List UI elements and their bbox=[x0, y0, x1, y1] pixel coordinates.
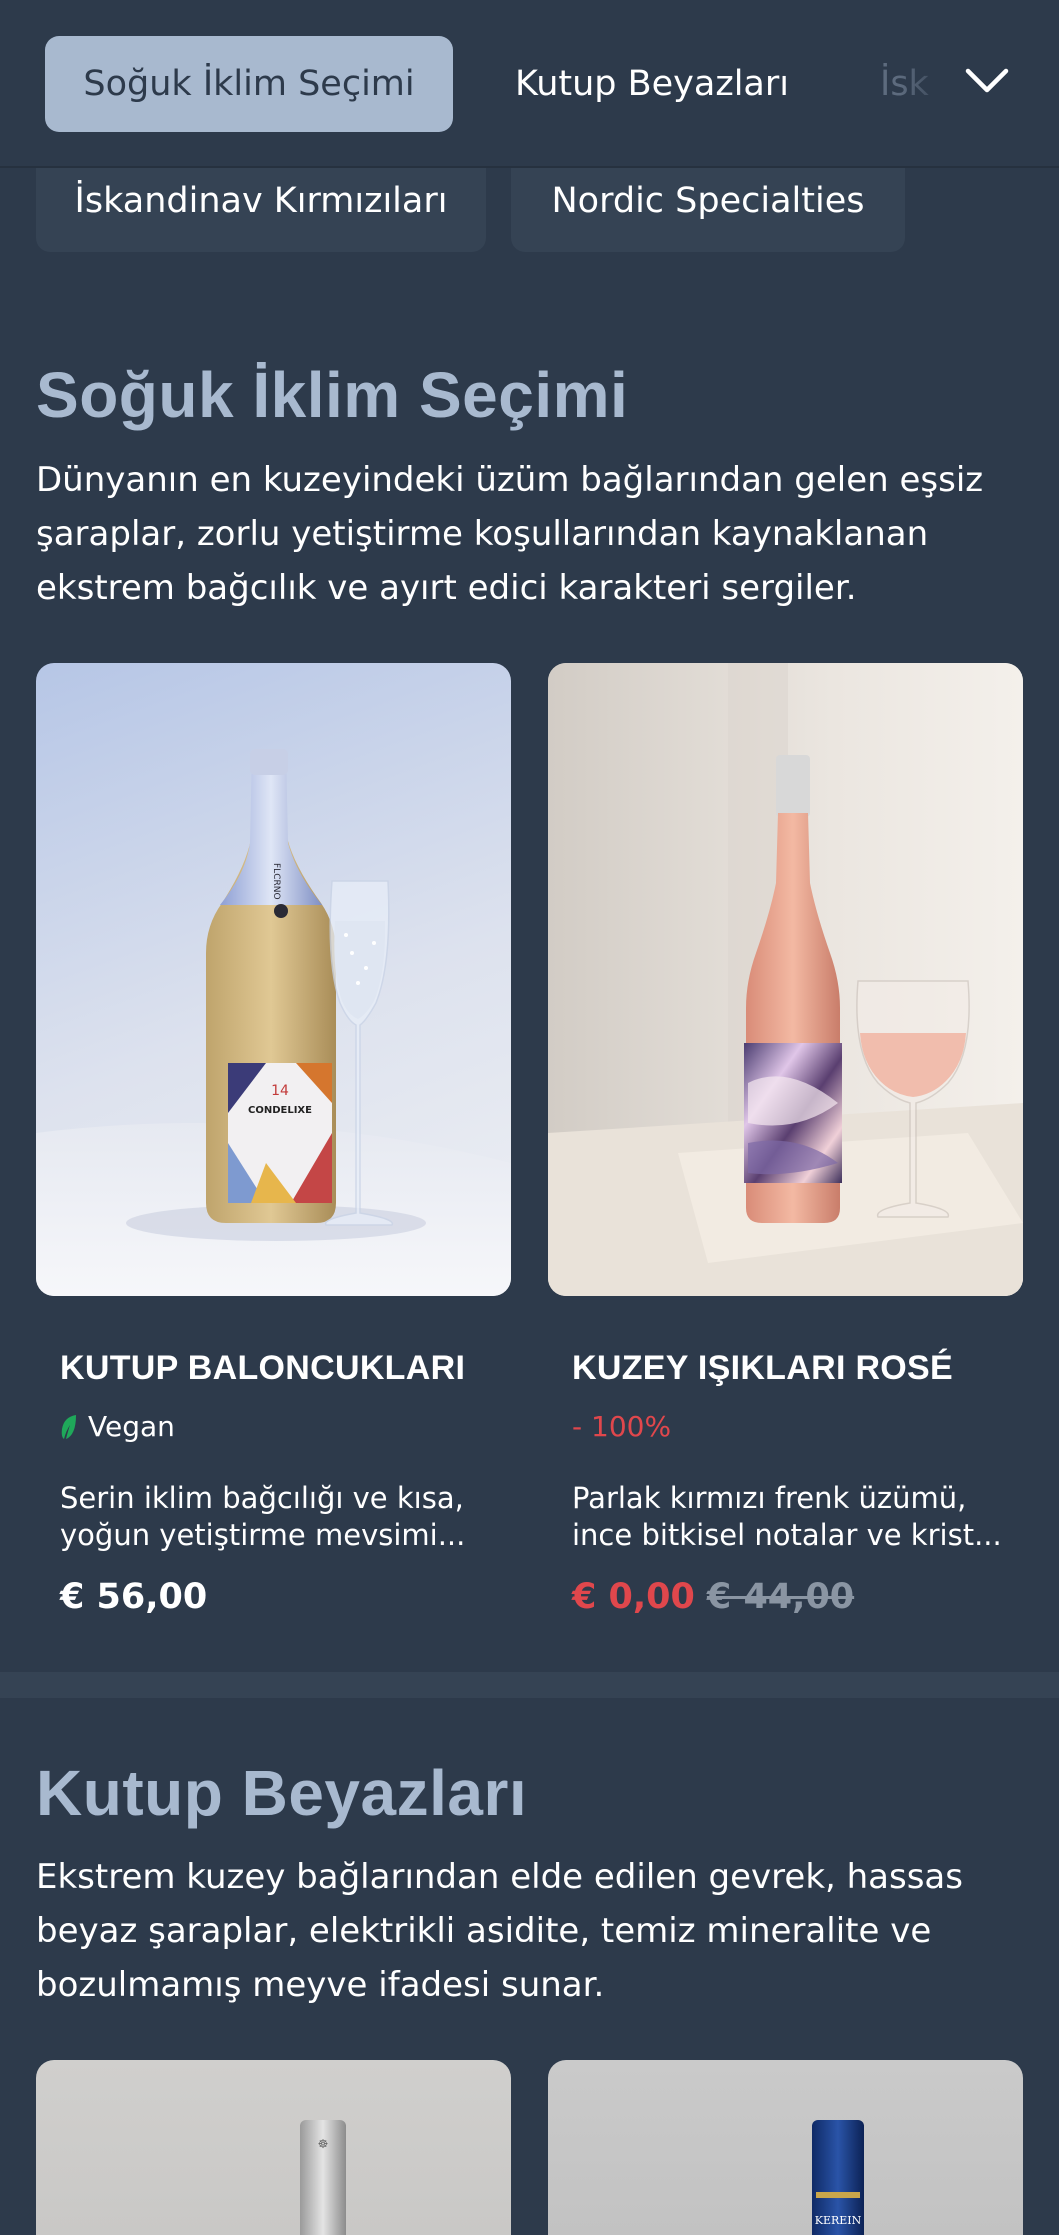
product-description: Serin iklim bağcılığı ve kısa, yoğun yet… bbox=[60, 1481, 466, 1552]
tab-kutup-beyazlari[interactable]: Kutup Beyazları bbox=[478, 36, 826, 132]
product-description: Parlak kırmızı frenk üzümü, ince bitkise… bbox=[572, 1481, 1002, 1552]
product-price-group: € 0,00 € 44,00 bbox=[572, 1577, 854, 1617]
vegan-label: Vegan bbox=[88, 1410, 175, 1443]
product-image-white-2[interactable]: KEREIN bbox=[548, 2060, 1023, 2235]
section-description-kutup-beyazlari: Ekstrem kuzey bağlarından elde edilen ge… bbox=[36, 1857, 963, 2005]
original-price: € 44,00 bbox=[706, 1577, 855, 1617]
discount-badge: - 100% bbox=[572, 1410, 671, 1443]
leaf-icon bbox=[61, 1414, 76, 1439]
product-name-kutup-baloncuklari[interactable]: KUTUP BALONCUKLARI bbox=[60, 1349, 465, 1388]
product-image-white-1[interactable]: ☸ bbox=[36, 2060, 511, 2235]
svg-text:☸: ☸ bbox=[318, 2137, 329, 2151]
section-title-kutup-beyazlari: Kutup Beyazları bbox=[36, 1757, 528, 1829]
product-name-kuzey-isiklari-rose[interactable]: KUZEY IŞIKLARI ROSÉ bbox=[572, 1349, 953, 1388]
sale-price: € 0,00 bbox=[572, 1577, 695, 1617]
discount-label: - 100% bbox=[572, 1410, 672, 1443]
bottle-label-number: 14 bbox=[271, 1083, 289, 1099]
page: Soğuk İklim Seçimi Kutup Beyazları İsk İ… bbox=[0, 0, 1059, 2235]
section-description-soguk-iklim: Dünyanın en kuzeyindeki üzüm bağlarından… bbox=[36, 460, 984, 608]
product-price: € 56,00 bbox=[60, 1577, 208, 1617]
bottle-label-name: CONDELIXE bbox=[248, 1105, 312, 1116]
section-divider bbox=[0, 1672, 1059, 1698]
tab-soguk-iklim[interactable]: Soğuk İklim Seçimi bbox=[45, 36, 453, 132]
category-tab-bar: Soğuk İklim Seçimi Kutup Beyazları İsk bbox=[0, 0, 1059, 168]
product-image-kuzey-isiklari-rose[interactable] bbox=[548, 663, 1023, 1296]
section-title-soguk-iklim: Soğuk İklim Seçimi bbox=[36, 359, 629, 431]
bottle-label-brand: FLCRNO bbox=[271, 863, 281, 900]
bottle-label-text: KEREIN bbox=[815, 2214, 862, 2227]
chevron-down-icon[interactable] bbox=[960, 54, 1014, 108]
vegan-badge: Vegan bbox=[60, 1410, 175, 1443]
product-image-kutup-baloncuklari[interactable]: 14 CONDELIXE FLCRNO bbox=[36, 663, 511, 1296]
